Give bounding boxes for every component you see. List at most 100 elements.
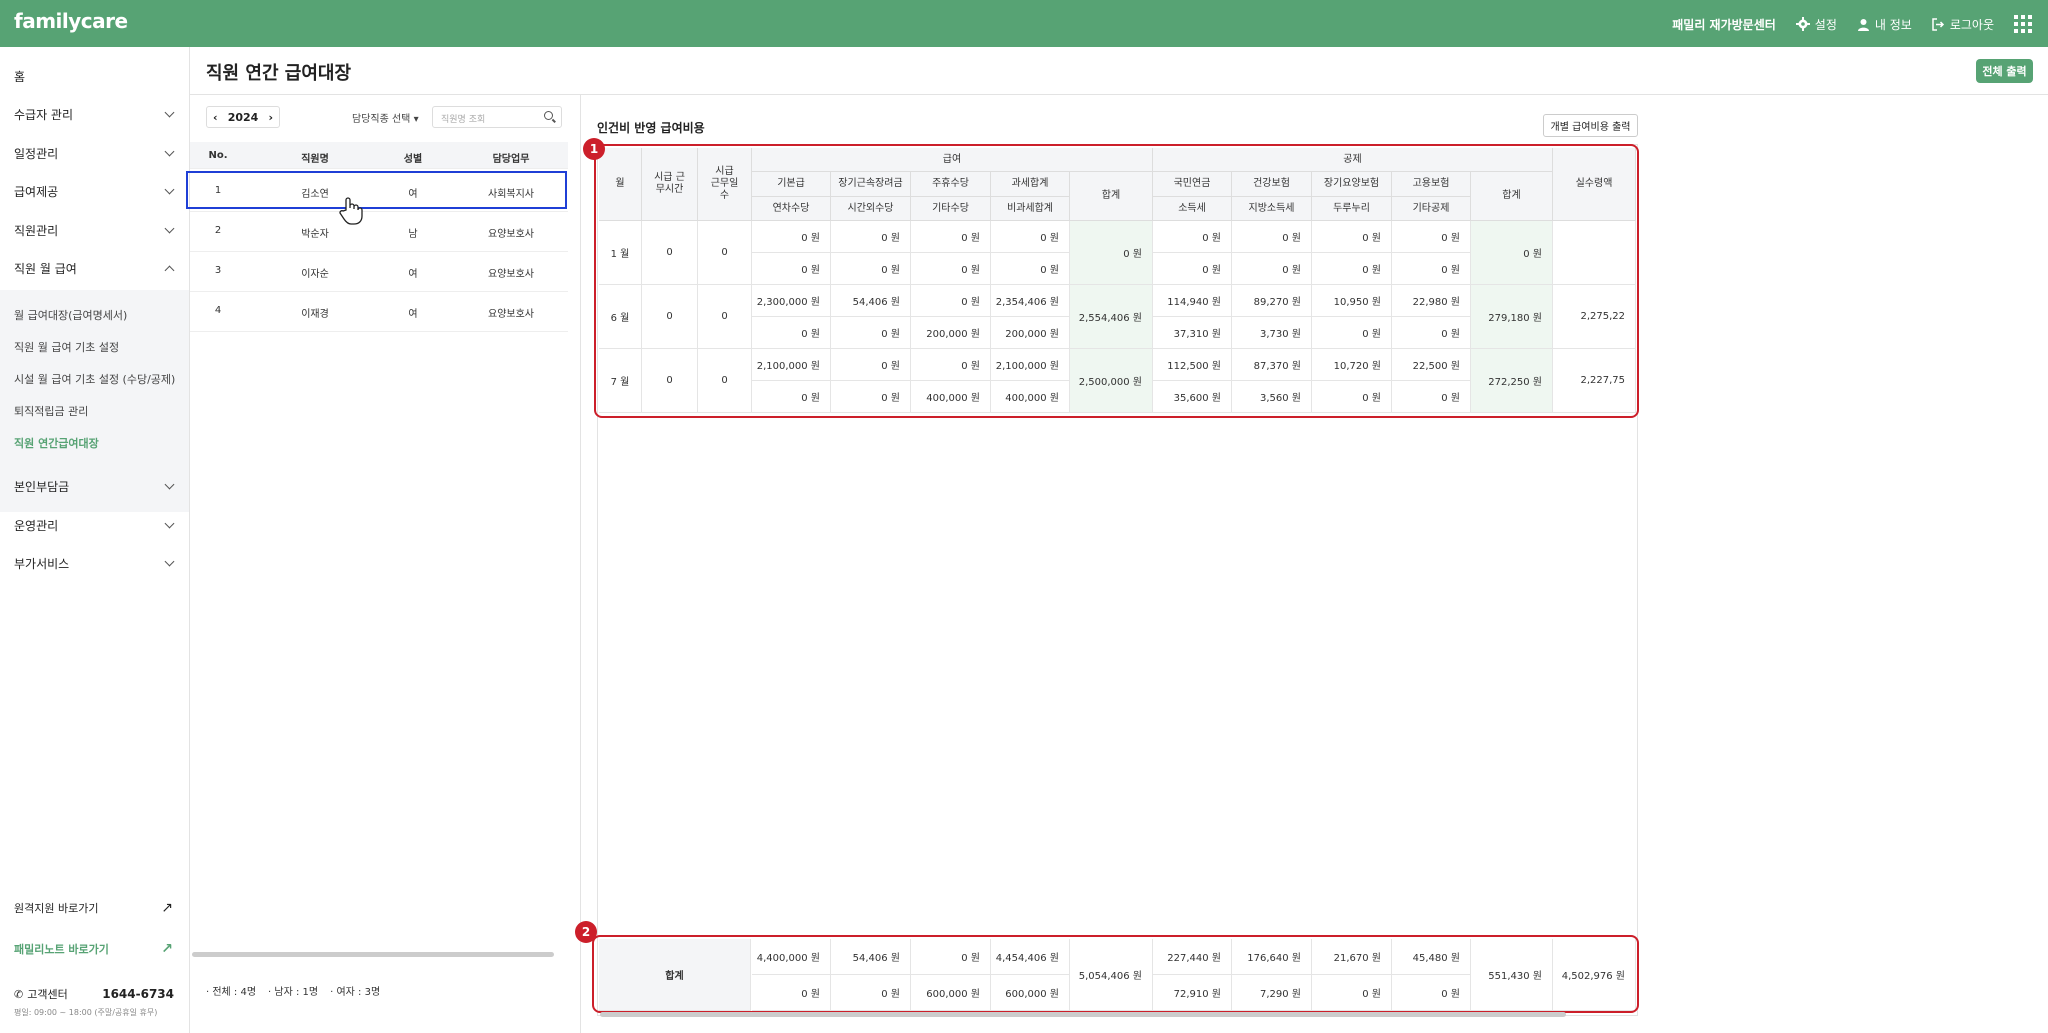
section-title: 인건비 반영 급여비용 bbox=[597, 121, 705, 135]
cell-duty: 요양보호사 bbox=[488, 309, 534, 320]
sidebar-item-operations[interactable]: 운영관리 bbox=[14, 516, 175, 534]
phone-icon: ✆ bbox=[14, 987, 24, 1001]
sidebar-item-addons[interactable]: 부가서비스 bbox=[14, 554, 175, 572]
sidebar-item-recipients[interactable]: 수급자 관리 bbox=[14, 105, 175, 123]
horizontal-scrollbar[interactable] bbox=[192, 952, 554, 957]
individual-print-button[interactable]: 개별 급여비용 출력 bbox=[1543, 114, 1638, 137]
sidebar-item-monthly-pay[interactable]: 직원 월 급여 bbox=[14, 259, 175, 277]
cell-name: 이재경 bbox=[301, 309, 329, 320]
sidebar-item-benefits[interactable]: 급여제공 bbox=[14, 182, 175, 200]
settings-label: 설정 bbox=[1814, 17, 1837, 32]
chevron-down-icon bbox=[164, 479, 175, 489]
page-title: 직원 연간 급여대장 bbox=[206, 63, 352, 84]
myinfo-label: 내 정보 bbox=[1874, 17, 1912, 32]
submenu-item-payroll-ledger[interactable]: 월 급여대장(급여명세서) bbox=[14, 307, 127, 323]
myinfo-link[interactable]: 내 정보 bbox=[1857, 16, 1912, 33]
prev-year-icon[interactable]: ‹ bbox=[213, 111, 218, 124]
chevron-down-icon bbox=[164, 556, 175, 566]
chevron-down-icon bbox=[164, 518, 175, 528]
horizontal-scrollbar[interactable] bbox=[600, 1012, 1566, 1017]
annotation-badge-1: 1 bbox=[583, 138, 605, 160]
chevron-down-icon bbox=[164, 107, 175, 117]
cell-duty: 요양보호사 bbox=[488, 229, 534, 240]
arrow-up-right-icon: ↗ bbox=[161, 900, 173, 916]
submenu-item-annual-ledger[interactable]: 직원 연간급여대장 bbox=[14, 435, 99, 451]
employee-counts: · 전체 : 4명 · 남자 : 1명 · 여자 : 3명 bbox=[206, 983, 380, 998]
sidebar-item-label: 급여제공 bbox=[14, 184, 59, 199]
user-icon bbox=[1857, 18, 1869, 31]
top-bar: familycare 패밀리 재가방문센터 설정 내 정보 로그아웃 bbox=[0, 0, 2048, 47]
remote-support-label: 원격지원 바로가기 bbox=[14, 902, 99, 915]
cell-gender: 남 bbox=[408, 229, 418, 240]
customer-center: ✆ 고객센터 1644-6734 평일: 09:00 ~ 18:00 (주말/공휴… bbox=[14, 986, 174, 1018]
cell-gender: 여 bbox=[408, 309, 418, 320]
logout-icon bbox=[1932, 17, 1944, 31]
search-placeholder: 직원명 조회 bbox=[441, 115, 486, 125]
sidebar-item-label: 부가서비스 bbox=[14, 556, 70, 571]
cell-no: 4 bbox=[214, 305, 222, 316]
employee-search-input[interactable]: 직원명 조회 bbox=[432, 106, 562, 128]
sidebar-item-label: 수급자 관리 bbox=[14, 107, 74, 122]
chevron-down-icon bbox=[164, 184, 175, 194]
selected-row-highlight bbox=[186, 171, 567, 209]
remote-support-link[interactable]: 원격지원 바로가기 ↗ bbox=[14, 899, 173, 917]
cell-no: 2 bbox=[214, 225, 222, 236]
sidebar-item-label: 홈 bbox=[14, 69, 26, 84]
cs-hours: 평일: 09:00 ~ 18:00 (주말/공휴일 휴무) bbox=[14, 1008, 158, 1017]
sidebar-item-label: 직원관리 bbox=[14, 223, 59, 238]
sidebar-item-copay[interactable]: 본인부담금 bbox=[14, 477, 175, 495]
cell-name: 박순자 bbox=[301, 229, 329, 240]
familynote-link[interactable]: 패밀리노트 바로가기 ↗ bbox=[14, 940, 173, 958]
count-male: · 남자 : 1명 bbox=[268, 987, 319, 998]
job-type-select[interactable]: 담당직종 선택 ▾ bbox=[352, 110, 419, 125]
cell-name: 이자순 bbox=[301, 269, 329, 280]
sidebar: 홈 수급자 관리 일정관리 급여제공 직원관리 직원 월 급여 월 급여대장(급… bbox=[0, 47, 190, 1033]
submenu-item-facility-base[interactable]: 시설 월 급여 기초 설정 (수당/공제) bbox=[14, 371, 175, 387]
chevron-down-icon bbox=[164, 223, 175, 233]
app-logo[interactable]: familycare bbox=[14, 9, 128, 33]
arrow-up-right-icon: ↗ bbox=[161, 941, 173, 957]
sidebar-item-schedule[interactable]: 일정관리 bbox=[14, 144, 175, 162]
cs-phone: 1644-6734 bbox=[102, 987, 174, 1001]
table-row[interactable]: 2 박순자 남 요양보호사 bbox=[190, 212, 568, 252]
print-all-button[interactable]: 전체 출력 bbox=[1976, 59, 2033, 83]
table-header: No. 직원명 성별 담당업무 bbox=[190, 142, 568, 169]
submenu-item-staff-base[interactable]: 직원 월 급여 기초 설정 bbox=[14, 339, 119, 355]
next-year-icon[interactable]: › bbox=[268, 111, 273, 124]
apps-grid-icon[interactable] bbox=[2014, 15, 2032, 33]
gear-icon bbox=[1795, 17, 1810, 31]
table-row[interactable]: 3 이자순 여 요양보호사 bbox=[190, 252, 568, 292]
col-header: 직원명 bbox=[301, 154, 329, 165]
annotation-box-1 bbox=[594, 144, 1639, 418]
year-value: 2024 bbox=[227, 110, 259, 124]
job-type-label: 담당직종 선택 bbox=[352, 114, 411, 125]
sidebar-item-label: 일정관리 bbox=[14, 146, 59, 161]
col-header: 성별 bbox=[403, 154, 423, 165]
sidebar-item-label: 본인부담금 bbox=[14, 479, 70, 494]
sidebar-item-staff[interactable]: 직원관리 bbox=[14, 221, 175, 239]
col-header: No. bbox=[208, 150, 228, 161]
sidebar-item-label: 운영관리 bbox=[14, 518, 59, 533]
search-icon[interactable] bbox=[544, 111, 553, 120]
caret-down-icon: ▾ bbox=[413, 114, 419, 125]
cell-duty: 요양보호사 bbox=[488, 269, 534, 280]
year-selector[interactable]: ‹ 2024 › bbox=[206, 106, 280, 128]
annotation-box-2 bbox=[592, 935, 1639, 1013]
top-bar-actions: 패밀리 재가방문센터 설정 내 정보 로그아웃 bbox=[1672, 15, 2032, 33]
logout-label: 로그아웃 bbox=[1949, 17, 1994, 32]
col-header: 담당업무 bbox=[492, 154, 530, 165]
table-row[interactable]: 4 이재경 여 요양보호사 bbox=[190, 292, 568, 332]
sidebar-item-label: 직원 월 급여 bbox=[14, 261, 77, 276]
cell-gender: 여 bbox=[408, 269, 418, 280]
org-name: 패밀리 재가방문센터 bbox=[1672, 17, 1776, 32]
submenu-item-retirement[interactable]: 퇴직적립금 관리 bbox=[14, 403, 88, 419]
logout-link[interactable]: 로그아웃 bbox=[1932, 16, 1994, 33]
annotation-badge-2: 2 bbox=[575, 921, 597, 943]
familynote-label: 패밀리노트 바로가기 bbox=[14, 943, 109, 956]
hand-pointer-icon bbox=[339, 197, 363, 225]
settings-link[interactable]: 설정 bbox=[1795, 16, 1837, 33]
chevron-down-icon bbox=[164, 146, 175, 156]
sidebar-item-home[interactable]: 홈 bbox=[14, 67, 173, 85]
cell-no: 3 bbox=[214, 265, 222, 276]
chevron-up-icon bbox=[164, 265, 175, 275]
